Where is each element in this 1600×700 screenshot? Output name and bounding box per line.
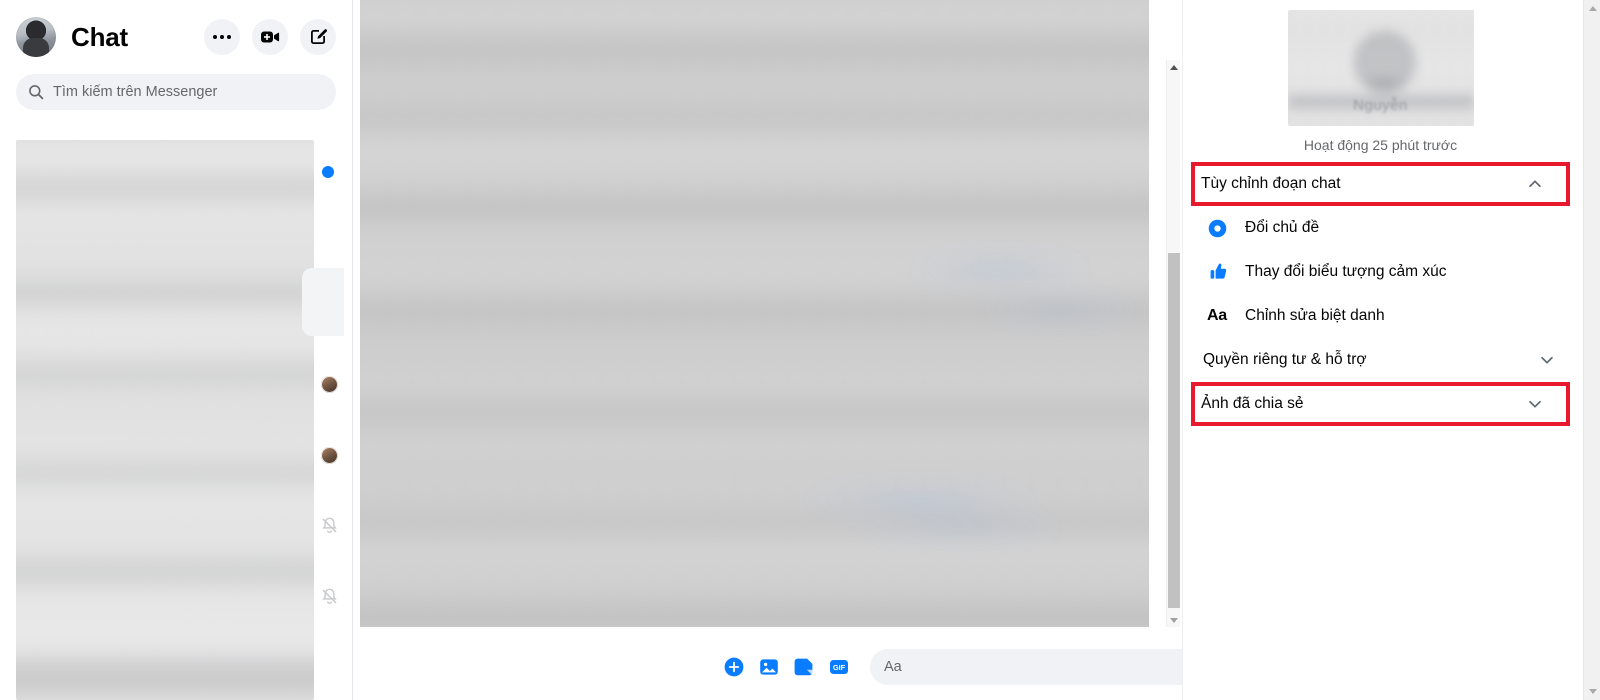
chevron-down-icon (1541, 356, 1553, 364)
active-status: Hoạt động 25 phút trước (1303, 137, 1458, 153)
menu-item-change-theme[interactable]: Đổi chủ đề (1183, 206, 1578, 250)
section-privacy-and-support[interactable]: Quyền riêng tư & hỗ trợ (1183, 338, 1578, 382)
section-privacy-and-support-label: Quyền riêng tư & hỗ trợ (1203, 351, 1367, 368)
more-options-icon (213, 35, 231, 39)
chevron-up-icon (1529, 180, 1541, 188)
search-icon (29, 85, 44, 100)
menu-item-change-emoji-label: Thay đổi biểu tượng cảm xúc (1245, 263, 1447, 280)
search-container: Tìm kiếm trên Messenger (0, 74, 352, 110)
search-input[interactable]: Tìm kiếm trên Messenger (16, 74, 336, 110)
photo-icon (760, 659, 778, 675)
thread-scrollbar[interactable] (1166, 60, 1180, 627)
svg-text:GIF: GIF (833, 663, 846, 672)
gif-button[interactable]: GIF (825, 653, 853, 681)
profile-header: Nguyễn Hoạt động 25 phút trước (1183, 0, 1578, 153)
scroll-up-arrow[interactable] (1167, 60, 1181, 74)
theme-circle-icon (1207, 218, 1233, 239)
photo-button[interactable] (755, 653, 783, 681)
message-thread: GIF Aa (354, 0, 1535, 700)
menu-item-edit-nicknames[interactable]: Aa Chỉnh sửa biệt danh (1183, 294, 1578, 338)
chevron-down-icon (1529, 400, 1541, 408)
menu-item-change-emoji[interactable]: Thay đổi biểu tượng cảm xúc (1183, 250, 1578, 294)
window-scroll-up-arrow[interactable] (1584, 0, 1600, 17)
window-scroll-down-arrow[interactable] (1584, 683, 1600, 700)
new-video-room-icon (261, 31, 280, 43)
mute-icon (320, 516, 339, 535)
profile-photo[interactable]: Nguyễn (1287, 10, 1474, 126)
add-attachment-icon (724, 657, 744, 677)
messenger-window: Chat Tìm kiếm trên Messenger GIF Aa Nguy… (0, 0, 1600, 700)
sticker-button[interactable] (790, 653, 818, 681)
chat-details-panel: Nguyễn Hoạt động 25 phút trước Tùy chỉnh… (1182, 0, 1578, 700)
new-video-room-button[interactable] (252, 19, 288, 55)
message-list[interactable] (360, 0, 1149, 627)
message-input-placeholder: Aa (884, 659, 902, 675)
scroll-thumb[interactable] (1168, 253, 1180, 608)
thumbs-up-icon (1207, 261, 1233, 283)
section-customize-chat[interactable]: Tùy chỉnh đoạn chat (1191, 162, 1570, 206)
mute-icon (320, 587, 339, 606)
menu-item-edit-nicknames-label: Chỉnh sửa biệt danh (1245, 307, 1385, 324)
section-customize-chat-label: Tùy chỉnh đoạn chat (1201, 175, 1341, 192)
avatar[interactable] (16, 17, 56, 57)
more-options-button[interactable] (204, 19, 240, 55)
aa-icon: Aa (1207, 307, 1227, 324)
sidebar-header: Chat (0, 0, 352, 74)
sticker-icon (794, 658, 813, 676)
chat-sidebar: Chat Tìm kiếm trên Messenger (0, 0, 353, 700)
new-message-icon (311, 29, 328, 44)
page-title: Chat (71, 21, 128, 52)
conversation-list-blur (16, 140, 314, 700)
conversation-list[interactable] (16, 140, 314, 700)
window-scrollbar[interactable] (1583, 0, 1600, 700)
add-attachment-button[interactable] (720, 653, 748, 681)
unread-badge (322, 166, 334, 178)
section-shared-photos-label: Ảnh đã chia sẻ (1201, 395, 1304, 412)
list-item-seen-avatar (321, 376, 338, 393)
new-message-button[interactable] (300, 19, 336, 55)
conversation-list-indicators (302, 140, 344, 700)
menu-item-change-theme-label: Đổi chủ đề (1245, 219, 1320, 236)
gif-icon: GIF (830, 660, 848, 674)
list-item-seen-avatar (321, 447, 338, 464)
search-placeholder: Tìm kiếm trên Messenger (53, 84, 218, 100)
list-item-selected-highlight (302, 268, 344, 336)
section-shared-photos[interactable]: Ảnh đã chia sẻ (1191, 382, 1570, 426)
scroll-down-arrow[interactable] (1167, 613, 1181, 627)
message-bubbles-blur (360, 0, 1149, 627)
profile-name: Nguyễn (1353, 97, 1408, 114)
